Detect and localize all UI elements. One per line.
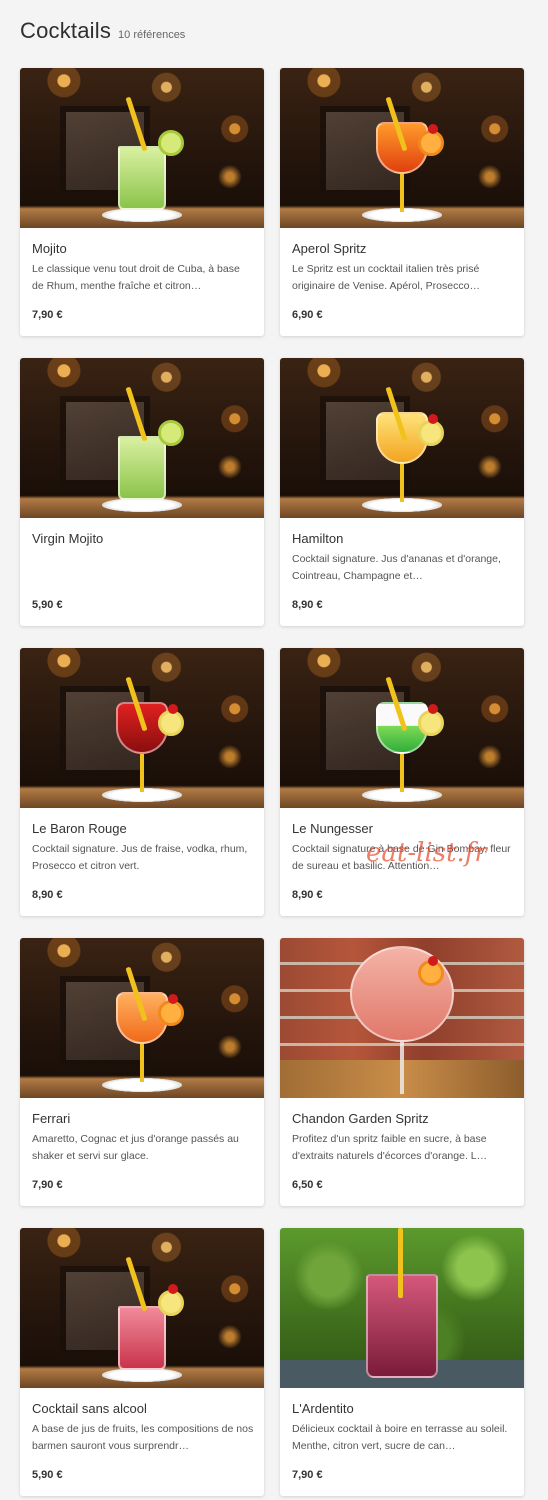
cocktail-photo <box>280 938 524 1098</box>
product-name: Aperol Spritz <box>292 241 367 256</box>
product-name: Chandon Garden Spritz <box>292 1111 429 1126</box>
cocktail-photo <box>280 68 524 228</box>
glass-stem <box>400 1042 404 1094</box>
product-price: 7,90 € <box>32 1179 63 1191</box>
product-name: Hamilton <box>292 531 344 546</box>
product-name: Mojito <box>32 241 67 256</box>
page-header: Cocktails 10 références <box>20 18 185 44</box>
product-name: L'Ardentito <box>292 1401 354 1416</box>
product-price: 8,90 € <box>292 889 323 901</box>
cocktail-glass <box>118 1306 166 1370</box>
product-card[interactable]: Chandon Garden Spritz Profitez d'un sprit… <box>280 938 524 1206</box>
cocktail-glass <box>350 946 454 1042</box>
product-description: Amaretto, Cognac et jus d'orange passés … <box>32 1133 239 1162</box>
product-card[interactable]: Aperol Spritz Le Spritz est un cocktail i… <box>280 68 524 336</box>
cocktail-photo <box>20 68 264 228</box>
product-name: Virgin Mojito <box>32 531 104 546</box>
cherry-garnish <box>168 1284 178 1294</box>
glass-stem <box>400 174 404 212</box>
crushed-ice <box>102 498 182 512</box>
product-price: 5,90 € <box>32 1469 63 1481</box>
product-card[interactable]: Mojito Le classique venu tout droit de Cu… <box>20 68 264 336</box>
page-title: Cocktails <box>20 18 112 43</box>
product-price: 8,90 € <box>292 599 323 611</box>
cocktail-photo <box>280 358 524 518</box>
glass-stem <box>400 754 404 792</box>
product-name: Le Nungesser <box>292 821 373 836</box>
cherry-garnish <box>428 124 438 134</box>
crushed-ice <box>102 208 182 222</box>
product-card[interactable]: Le Baron Rouge Cocktail signature. Jus de… <box>20 648 264 916</box>
fruit-garnish <box>158 130 184 156</box>
product-description: Délicieux cocktail à boire en terrasse a… <box>292 1423 508 1452</box>
cocktail-photo <box>20 1228 264 1388</box>
glass-stem <box>140 1044 144 1082</box>
cocktail-photo <box>280 648 524 808</box>
cherry-garnish <box>168 994 178 1004</box>
product-price: 6,50 € <box>292 1179 323 1191</box>
product-card[interactable]: Hamilton Cocktail signature. Jus d'ananas… <box>280 358 524 626</box>
product-description: Le classique venu tout droit de Cuba, à … <box>32 263 240 292</box>
cocktail-photo <box>20 648 264 808</box>
product-description: Cocktail signature à base de Gin Bombay,… <box>292 843 511 872</box>
cocktail-glass <box>118 146 166 210</box>
product-description: A base de jus de fruits, les composition… <box>32 1423 254 1452</box>
product-name: Ferrari <box>32 1111 71 1126</box>
glass-stem <box>400 464 404 502</box>
product-card[interactable]: Le Nungesser Cocktail signature à base de… <box>280 648 524 916</box>
glass-stem <box>140 754 144 792</box>
cocktail-photo <box>20 358 264 518</box>
cherry-garnish <box>428 704 438 714</box>
crushed-ice <box>102 1368 182 1382</box>
cherry-garnish <box>428 956 438 966</box>
product-name: Cocktail sans alcool <box>32 1401 147 1416</box>
product-card[interactable]: L'Ardentito Délicieux cocktail à boire en… <box>280 1228 524 1496</box>
item-count: 10 références <box>118 29 186 41</box>
product-description: Le Spritz est un cocktail italien très p… <box>292 263 480 292</box>
product-description: Cocktail signature. Jus d'ananas et d'or… <box>292 553 501 582</box>
cocktail-photo <box>280 1228 524 1388</box>
straw <box>398 1228 403 1298</box>
product-price: 8,90 € <box>32 889 63 901</box>
cocktail-glass <box>118 436 166 500</box>
product-card[interactable]: Cocktail sans alcool A base de jus de fru… <box>20 1228 264 1496</box>
product-price: 7,90 € <box>32 309 63 321</box>
cherry-garnish <box>428 414 438 424</box>
product-price: 5,90 € <box>32 599 63 611</box>
fruit-garnish <box>158 420 184 446</box>
product-card[interactable]: Ferrari Amaretto, Cognac et jus d'orange … <box>20 938 264 1206</box>
product-card[interactable]: Virgin Mojito 5,90 € <box>20 358 264 626</box>
cocktail-photo <box>20 938 264 1098</box>
product-description: Profitez d'un spritz faible en sucre, à … <box>292 1133 488 1162</box>
product-price: 7,90 € <box>292 1469 323 1481</box>
cherry-garnish <box>168 704 178 714</box>
product-price: 6,90 € <box>292 309 323 321</box>
product-name: Le Baron Rouge <box>32 821 127 836</box>
product-grid: Mojito Le classique venu tout droit de Cu… <box>20 68 524 1496</box>
product-description: Cocktail signature. Jus de fraise, vodka… <box>32 843 248 872</box>
